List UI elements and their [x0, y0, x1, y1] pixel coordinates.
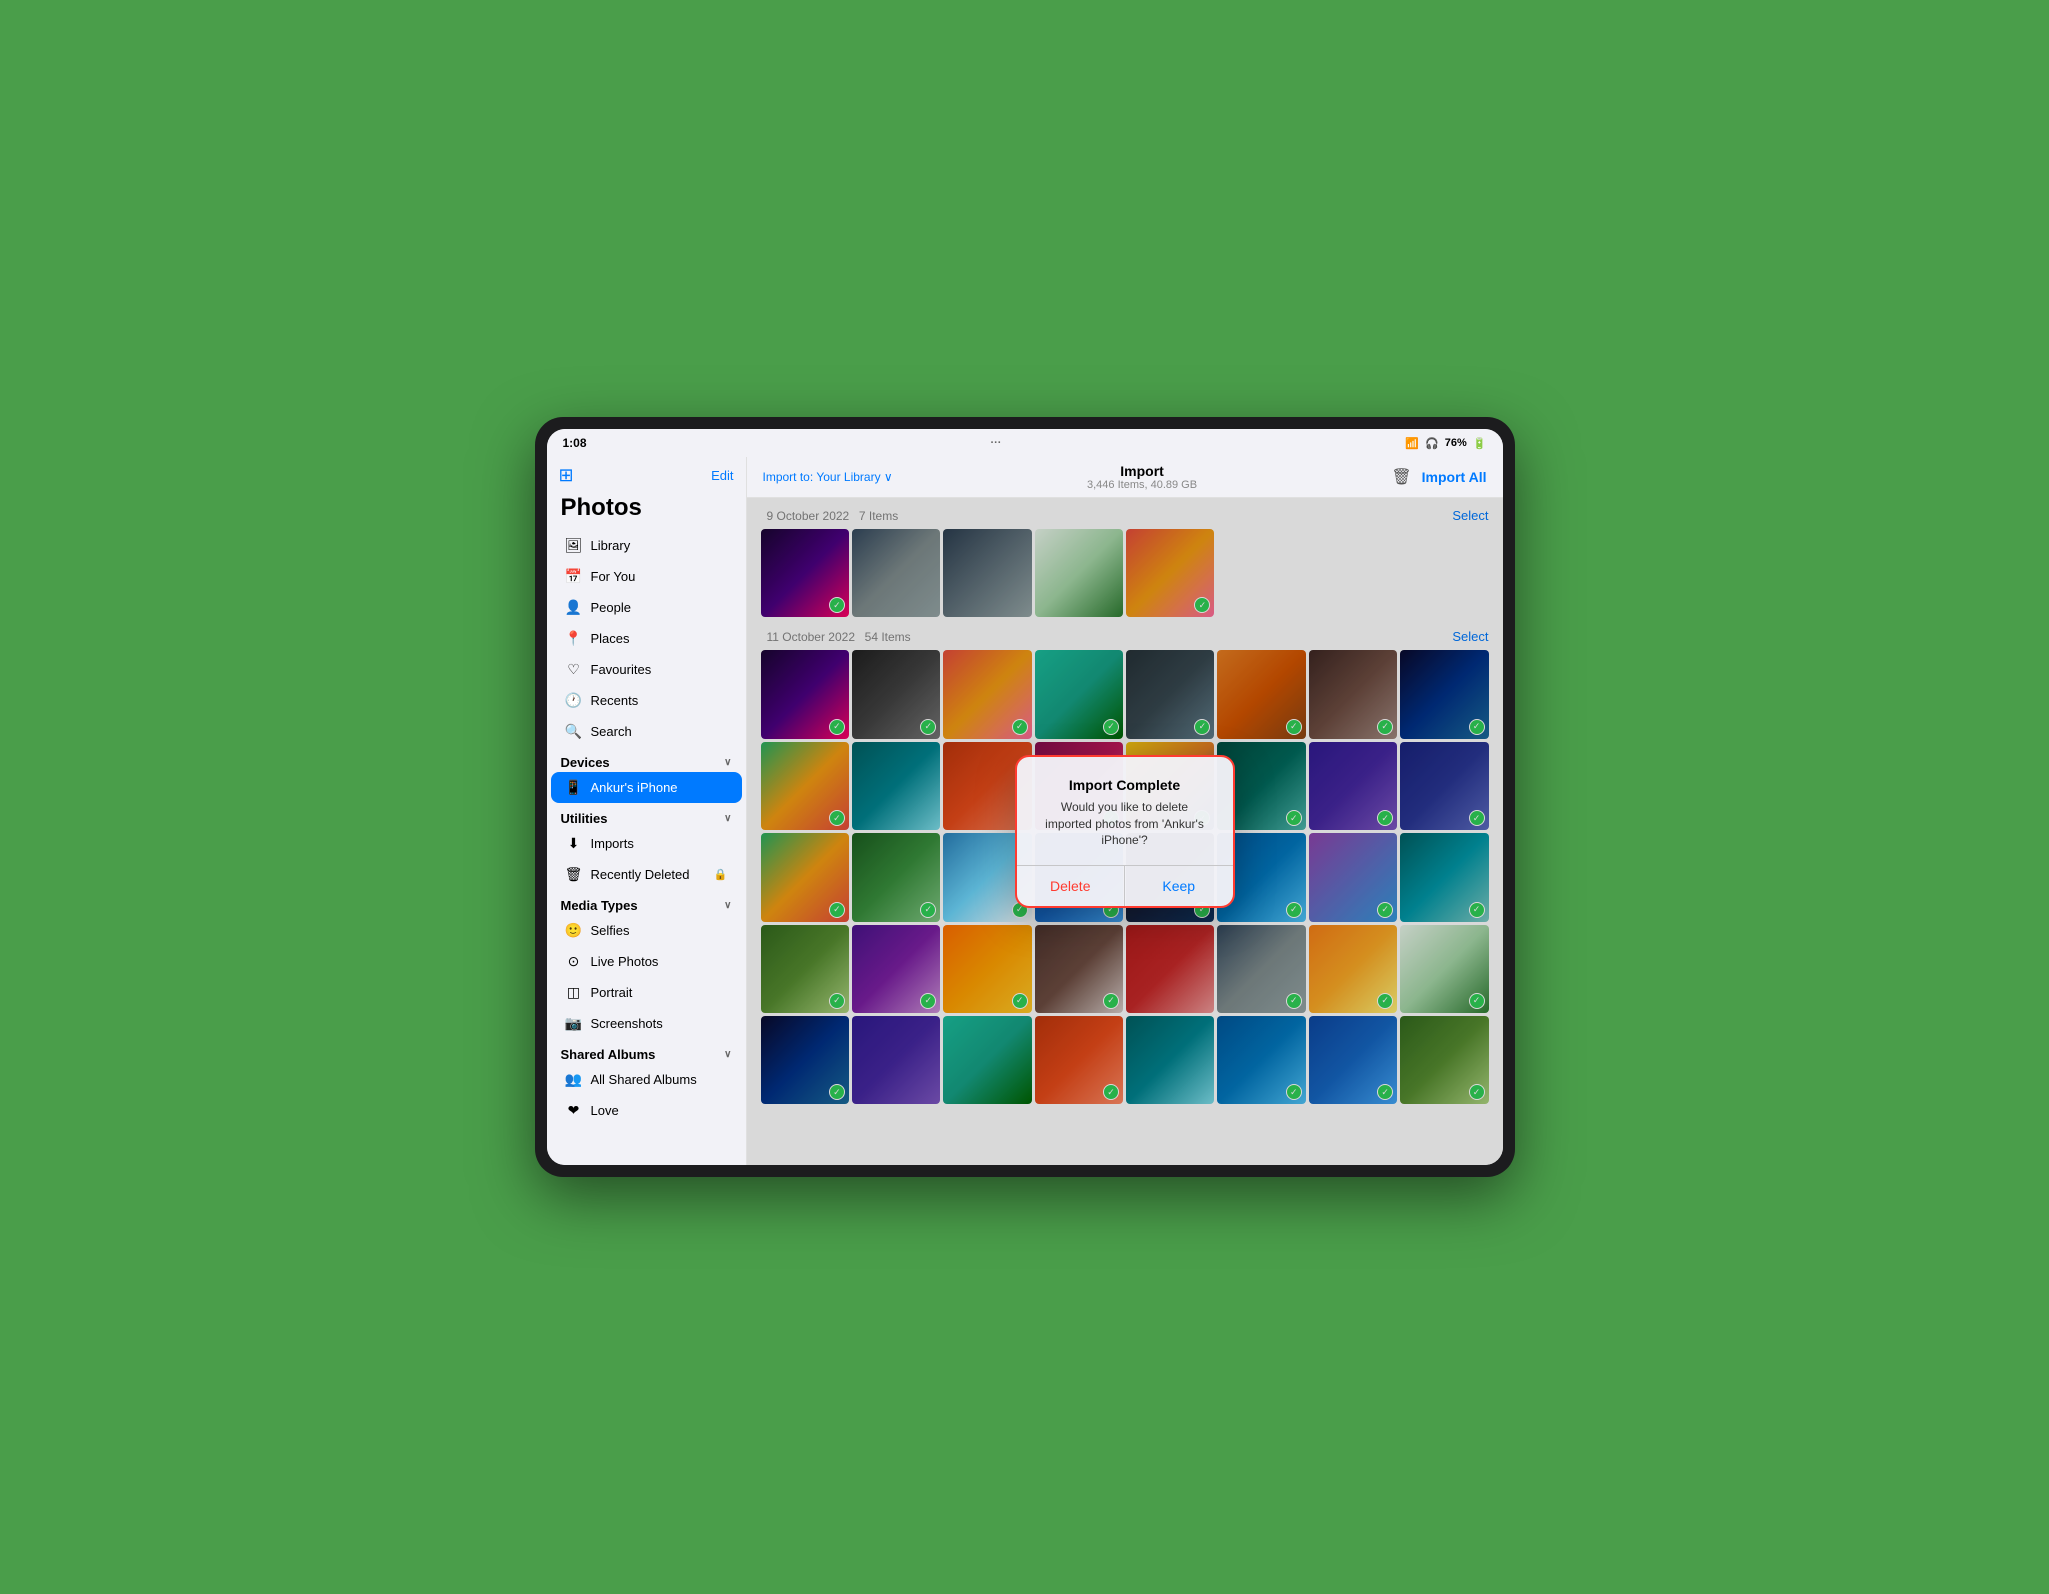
all-shared-albums-icon: 👥 [565, 1071, 583, 1088]
devices-section-label: Devices [561, 755, 610, 770]
import-to: Import to: Your Library ∨ [763, 470, 893, 484]
for-you-icon: 📅 [565, 568, 583, 585]
import-to-label: Import to: [763, 470, 814, 484]
sidebar-item-live-photos[interactable]: ⊙ Live Photos [551, 946, 742, 977]
people-icon: 👤 [565, 599, 583, 616]
sidebar: ⊞ Edit Photos 🖼 Library 📅 For You 👤 Peop… [547, 457, 747, 1165]
header-actions: 🗑 Import All [1391, 467, 1486, 487]
status-dots: ··· [990, 437, 1001, 449]
iphone-icon: 📱 [565, 779, 583, 796]
shared-albums-section-label: Shared Albums [561, 1047, 656, 1062]
sidebar-item-recents[interactable]: 🕐 Recents [551, 685, 742, 716]
sidebar-item-favourites-label: Favourites [591, 662, 652, 677]
content-header: Import to: Your Library ∨ Import 3,446 I… [747, 457, 1503, 498]
status-time: 1:08 [563, 436, 587, 450]
dialog-keep-button[interactable]: Keep [1124, 866, 1233, 906]
shared-albums-chevron-icon: ∨ [724, 1049, 731, 1060]
status-bar: 1:08 ··· 📶 🎧 76% 🔋 [547, 429, 1503, 457]
header-subtitle: 3,446 Items, 40.89 GB [1087, 479, 1197, 491]
sidebar-item-selfies-label: Selfies [591, 923, 630, 938]
lock-icon: 🔒 [714, 868, 728, 881]
screenshots-icon: 📷 [565, 1015, 583, 1032]
sidebar-item-ankurs-iphone[interactable]: 📱 Ankur's iPhone [551, 772, 742, 803]
battery-icon: 🔋 [1473, 437, 1487, 450]
sidebar-toggle-button[interactable]: ⊞ [559, 465, 574, 486]
content-area: Import to: Your Library ∨ Import 3,446 I… [747, 457, 1503, 1165]
trash-button[interactable]: 🗑 [1391, 467, 1411, 487]
dialog-overlay: Import Complete Would you like to delete… [747, 498, 1503, 1165]
sidebar-item-screenshots-label: Screenshots [591, 1016, 663, 1031]
header-title-group: Import 3,446 Items, 40.89 GB [1087, 463, 1197, 491]
devices-chevron-icon: ∨ [724, 757, 731, 768]
dialog-delete-button[interactable]: Delete [1017, 866, 1125, 906]
sidebar-item-portrait-label: Portrait [591, 985, 633, 1000]
sidebar-item-for-you-label: For You [591, 569, 636, 584]
dropdown-icon: ∨ [884, 470, 893, 484]
dialog-actions: Delete Keep [1017, 865, 1233, 906]
sidebar-item-imports-label: Imports [591, 836, 634, 851]
sidebar-item-love-label: Love [591, 1103, 619, 1118]
ipad-screen: 1:08 ··· 📶 🎧 76% 🔋 ⊞ Edit Photos 🖼 [547, 429, 1503, 1165]
header-title: Import [1087, 463, 1197, 479]
imports-icon: ⬇ [565, 835, 583, 852]
sidebar-item-library-label: Library [591, 538, 631, 553]
sidebar-header: ⊞ Edit [547, 457, 746, 490]
sidebar-item-places-label: Places [591, 631, 630, 646]
sidebar-item-recently-deleted[interactable]: 🗑 Recently Deleted 🔒 [551, 859, 742, 890]
sidebar-item-live-photos-label: Live Photos [591, 954, 659, 969]
sidebar-item-all-shared-albums-label: All Shared Albums [591, 1072, 697, 1087]
import-all-button[interactable]: Import All [1422, 469, 1487, 485]
love-icon: ❤ [565, 1102, 583, 1119]
headphones-icon: 🎧 [1425, 437, 1439, 450]
sidebar-title: Photos [547, 490, 746, 530]
status-right: 📶 🎧 76% 🔋 [1405, 437, 1486, 450]
dialog-message: Would you like to delete imported photos… [1041, 799, 1209, 849]
utilities-section-header[interactable]: Utilities ∨ [547, 803, 746, 828]
recently-deleted-icon: 🗑 [565, 866, 583, 883]
favourites-icon: ♡ [565, 661, 583, 678]
sidebar-item-search[interactable]: 🔍 Search [551, 716, 742, 747]
sidebar-item-recently-deleted-label: Recently Deleted [591, 867, 690, 882]
places-icon: 📍 [565, 630, 583, 647]
import-complete-dialog: Import Complete Would you like to delete… [1015, 755, 1235, 908]
utilities-chevron-icon: ∨ [724, 813, 731, 824]
sidebar-item-people[interactable]: 👤 People [551, 592, 742, 623]
sidebar-item-screenshots[interactable]: 📷 Screenshots [551, 1008, 742, 1039]
media-types-chevron-icon: ∨ [724, 900, 731, 911]
devices-section-header[interactable]: Devices ∨ [547, 747, 746, 772]
battery-level: 76% [1445, 437, 1467, 449]
live-photos-icon: ⊙ [565, 953, 583, 970]
dialog-title: Import Complete [1041, 777, 1209, 793]
sidebar-item-search-label: Search [591, 724, 632, 739]
content-scroll[interactable]: 9 October 2022 7 Items Select ✓ ✓ [747, 498, 1503, 1165]
portrait-icon: ◫ [565, 984, 583, 1001]
shared-albums-section-header[interactable]: Shared Albums ∨ [547, 1039, 746, 1064]
sidebar-edit-button[interactable]: Edit [711, 468, 733, 483]
sidebar-item-imports[interactable]: ⬇ Imports [551, 828, 742, 859]
sidebar-item-love[interactable]: ❤ Love [551, 1095, 742, 1126]
sidebar-item-portrait[interactable]: ◫ Portrait [551, 977, 742, 1008]
sidebar-item-ankurs-iphone-label: Ankur's iPhone [591, 780, 678, 795]
ipad-frame: 1:08 ··· 📶 🎧 76% 🔋 ⊞ Edit Photos 🖼 [535, 417, 1515, 1177]
utilities-section-label: Utilities [561, 811, 608, 826]
media-types-section-header[interactable]: Media Types ∨ [547, 890, 746, 915]
sidebar-item-recents-label: Recents [591, 693, 639, 708]
sidebar-item-selfies[interactable]: 🙂 Selfies [551, 915, 742, 946]
search-icon: 🔍 [565, 723, 583, 740]
sidebar-item-for-you[interactable]: 📅 For You [551, 561, 742, 592]
app-container: ⊞ Edit Photos 🖼 Library 📅 For You 👤 Peop… [547, 457, 1503, 1165]
selfies-icon: 🙂 [565, 922, 583, 939]
library-link[interactable]: Your Library ∨ [816, 470, 892, 484]
sidebar-item-all-shared-albums[interactable]: 👥 All Shared Albums [551, 1064, 742, 1095]
library-icon: 🖼 [565, 537, 583, 554]
sidebar-item-favourites[interactable]: ♡ Favourites [551, 654, 742, 685]
wifi-icon: 📶 [1405, 437, 1419, 450]
sidebar-item-places[interactable]: 📍 Places [551, 623, 742, 654]
recents-icon: 🕐 [565, 692, 583, 709]
sidebar-item-library[interactable]: 🖼 Library [551, 530, 742, 561]
media-types-section-label: Media Types [561, 898, 638, 913]
sidebar-item-people-label: People [591, 600, 631, 615]
